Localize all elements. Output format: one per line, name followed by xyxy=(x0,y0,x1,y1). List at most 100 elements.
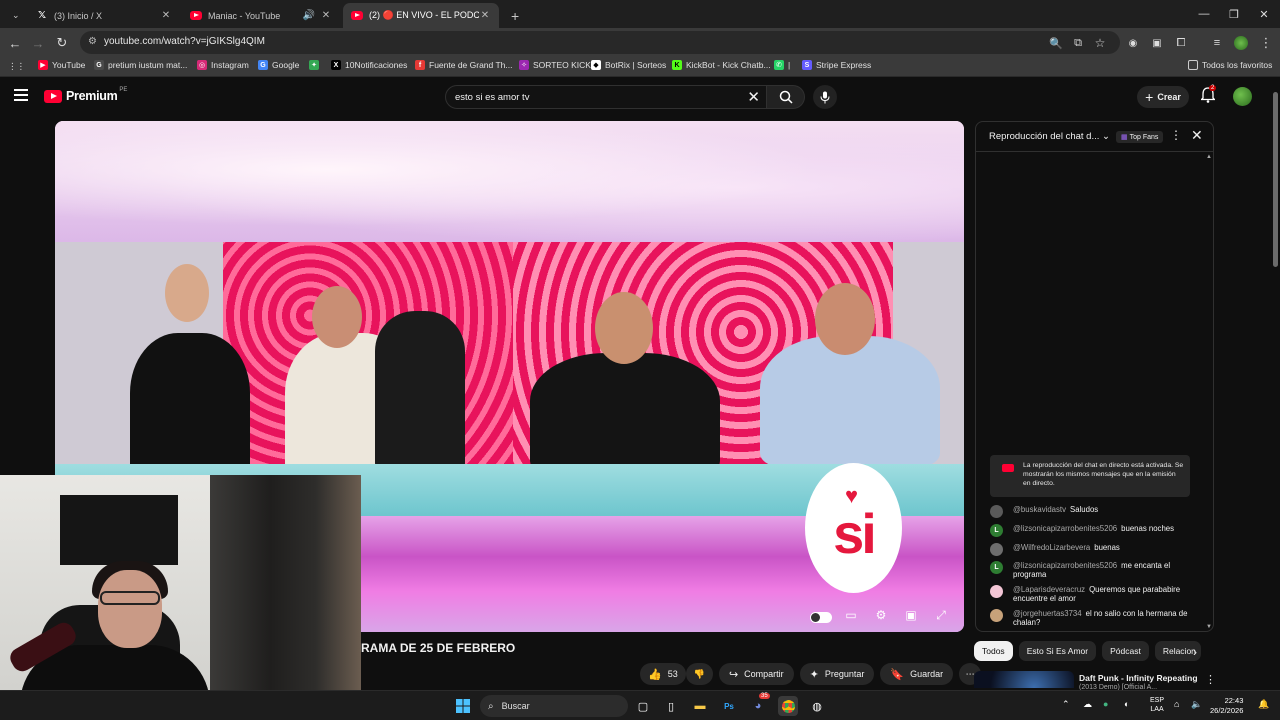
share-button[interactable]: ↪ Compartir xyxy=(718,663,794,685)
browser-tab-podcast[interactable]: (2) 🔴 EN VIVO - EL PODCAST ✕ xyxy=(343,3,499,28)
search-input[interactable]: esto si es amor tv ✕ xyxy=(445,85,767,109)
fullscreen-button[interactable]: ⤢ xyxy=(930,606,952,624)
tab-title: (2) 🔴 EN VIVO - EL PODCAST xyxy=(369,10,479,20)
autoplay-toggle[interactable] xyxy=(810,606,832,624)
chip-todos[interactable]: Todos xyxy=(974,641,1013,661)
tray-app-icon[interactable]: ● xyxy=(1103,699,1108,709)
reload-icon[interactable]: ↻ xyxy=(52,33,72,53)
close-icon[interactable]: ✕ xyxy=(320,10,332,21)
profile-avatar[interactable] xyxy=(1231,33,1251,53)
save-button[interactable]: 🔖 Guardar xyxy=(880,663,954,685)
bookmark-whatsapp[interactable]: ✆ | xyxy=(774,60,790,70)
chrome-menu-icon[interactable]: ⋮ xyxy=(1256,33,1276,53)
window-close-icon[interactable]: ✕ xyxy=(1248,0,1280,28)
language-indicator[interactable]: ESP LAA xyxy=(1150,696,1164,714)
task-view-icon[interactable]: ▢ xyxy=(633,696,653,716)
chat-author[interactable]: @WilfredoLizarbevera xyxy=(1013,543,1090,552)
apps-grid-icon[interactable]: ⋮⋮ xyxy=(8,61,25,72)
bookmark-x-notificaciones[interactable]: X 10Notificaciones xyxy=(331,60,407,70)
network-icon[interactable]: ⌂ xyxy=(1174,699,1179,709)
photoshop-icon[interactable]: Ps xyxy=(719,696,739,716)
chat-author[interactable]: @jorgehuertas3734 xyxy=(1013,609,1082,618)
bookmark-pretium[interactable]: Gpretium iustum mat... xyxy=(94,60,187,70)
settings-button[interactable]: ⚙ xyxy=(870,606,892,624)
chat-author[interactable]: @lizsonicapizarrobenites5206 xyxy=(1013,524,1117,533)
all-bookmarks-folder[interactable]: Todos los favoritos xyxy=(1188,60,1272,70)
address-bar[interactable]: ⚙ youtube.com/watch?v=jGIKSlg4QIM xyxy=(80,31,1120,54)
new-tab-button[interactable]: + xyxy=(503,3,523,28)
scroll-up-icon[interactable]: ▲ xyxy=(1206,154,1212,160)
extensions-puzzle-icon[interactable]: ⧠ xyxy=(1171,33,1191,53)
chip-esto-si-es-amor[interactable]: Esto Si Es Amor xyxy=(1018,641,1097,661)
file-explorer-icon[interactable]: ▬ xyxy=(690,696,710,716)
chat-mode-dropdown[interactable]: Reproducción del chat d... ⌄ xyxy=(989,131,1110,142)
chevron-right-icon[interactable]: › xyxy=(1193,645,1197,659)
more-icon[interactable]: ⋮ xyxy=(1205,673,1216,686)
discord-icon[interactable]: ◕ 35 xyxy=(748,693,770,716)
chrome-icon[interactable] xyxy=(778,696,798,716)
close-chat-icon[interactable]: ✕ xyxy=(1191,127,1203,144)
minimize-icon[interactable]: — xyxy=(1188,0,1220,28)
scroll-down-icon[interactable]: ▼ xyxy=(1206,624,1212,630)
like-button[interactable]: 👍 53 xyxy=(640,663,686,685)
media-controls-icon[interactable]: ≡ xyxy=(1207,33,1227,53)
ask-button[interactable]: ✦ Preguntar xyxy=(799,663,875,685)
windows-start-icon[interactable] xyxy=(453,696,473,716)
chat-scrollbar[interactable]: ▲ ▼ xyxy=(1206,154,1212,630)
bookmark-gta-font[interactable]: f Fuente de Grand Th... xyxy=(415,60,512,70)
bookmark-instagram[interactable]: ◎ Instagram xyxy=(197,60,249,70)
tray-app-icon[interactable]: ◐ xyxy=(1124,699,1129,709)
chat-author[interactable]: @lizsonicapizarrobenites5206 xyxy=(1013,561,1117,570)
bookmark-youtube[interactable]: ▶ YouTube xyxy=(38,60,85,70)
browser-tab-x[interactable]: 𝕏 (3) Inicio / X ✕ xyxy=(28,3,180,28)
page-scrollbar[interactable] xyxy=(1271,80,1280,690)
obs-icon[interactable]: ◍ xyxy=(807,696,827,716)
recommendation-thumbnail[interactable] xyxy=(974,671,1074,688)
onedrive-icon[interactable]: ☁ xyxy=(1083,699,1092,710)
bookmark-stripe[interactable]: S Stripe Express xyxy=(802,60,871,70)
notification-center-icon[interactable]: 🔔 xyxy=(1258,699,1269,710)
bookmark-botrix[interactable]: ◆ BotRix | Sorteos xyxy=(591,60,666,70)
voice-search-button[interactable] xyxy=(813,85,837,109)
create-button[interactable]: + Crear xyxy=(1137,86,1189,108)
site-info-icon[interactable]: ⚙ xyxy=(88,36,97,47)
browser-tab-youtube-maniac[interactable]: Maniac - YouTube 🔊 ✕ xyxy=(182,3,340,28)
maximize-icon[interactable]: ❐ xyxy=(1218,0,1250,28)
notifications-bell[interactable]: 2 xyxy=(1199,85,1219,105)
dislike-button[interactable]: 👎 xyxy=(685,663,713,685)
back-icon[interactable]: ← xyxy=(5,33,25,53)
speaker-icon[interactable]: 🔊 xyxy=(298,10,320,21)
install-app-icon[interactable]: ⧉ xyxy=(1068,33,1088,53)
tab-search-dropdown[interactable]: ⌄ xyxy=(4,3,26,28)
scrollbar-thumb[interactable] xyxy=(1273,92,1278,267)
bookmark-star-icon[interactable]: ☆ xyxy=(1090,33,1110,53)
bookmark-kickbot[interactable]: K KickBot - Kick Chatb... xyxy=(672,60,771,70)
search-button[interactable] xyxy=(767,85,805,109)
top-fans-badge[interactable]: ▦ Top Fans xyxy=(1116,131,1164,143)
chat-author[interactable]: @Laparisdeveracruz xyxy=(1013,585,1085,594)
extension-icon[interactable]: ▣ xyxy=(1147,33,1167,53)
close-icon[interactable]: ✕ xyxy=(479,10,491,21)
youtube-premium-logo[interactable]: Premium PE xyxy=(44,87,127,103)
extension-icon[interactable]: ◉ xyxy=(1123,33,1143,53)
clear-search-icon[interactable]: ✕ xyxy=(747,88,760,106)
subtitles-button[interactable]: ▭ xyxy=(840,606,862,624)
hamburger-menu-icon[interactable] xyxy=(14,89,28,101)
theater-mode-button[interactable]: ▣ xyxy=(900,606,922,624)
forward-icon[interactable]: → xyxy=(28,33,48,53)
recommendation-title[interactable]: Daft Punk - Infinity Repeating xyxy=(1079,673,1198,683)
taskbar-search[interactable]: ⌕ Buscar xyxy=(480,695,628,717)
zoom-icon[interactable]: 🔍 xyxy=(1046,33,1066,53)
volume-icon[interactable]: 🔈 xyxy=(1191,699,1202,710)
chevron-up-icon[interactable]: ⌃ xyxy=(1062,699,1070,710)
bookmark-unnamed[interactable]: ✦ xyxy=(309,60,323,70)
clock[interactable]: 22:43 26/2/2026 xyxy=(1210,696,1243,716)
bookmark-sorteo-kick[interactable]: ✧ SORTEO KICK xyxy=(519,60,591,70)
close-icon[interactable]: ✕ xyxy=(160,10,172,21)
chip-podcast[interactable]: Pódcast xyxy=(1102,641,1149,661)
chat-options-icon[interactable]: ⋮ xyxy=(1170,128,1182,142)
bookmark-google[interactable]: G Google xyxy=(258,60,299,70)
chat-author[interactable]: @buskavidastv xyxy=(1013,505,1066,514)
app-icon[interactable]: ▯ xyxy=(661,696,681,716)
account-avatar[interactable] xyxy=(1233,87,1252,106)
